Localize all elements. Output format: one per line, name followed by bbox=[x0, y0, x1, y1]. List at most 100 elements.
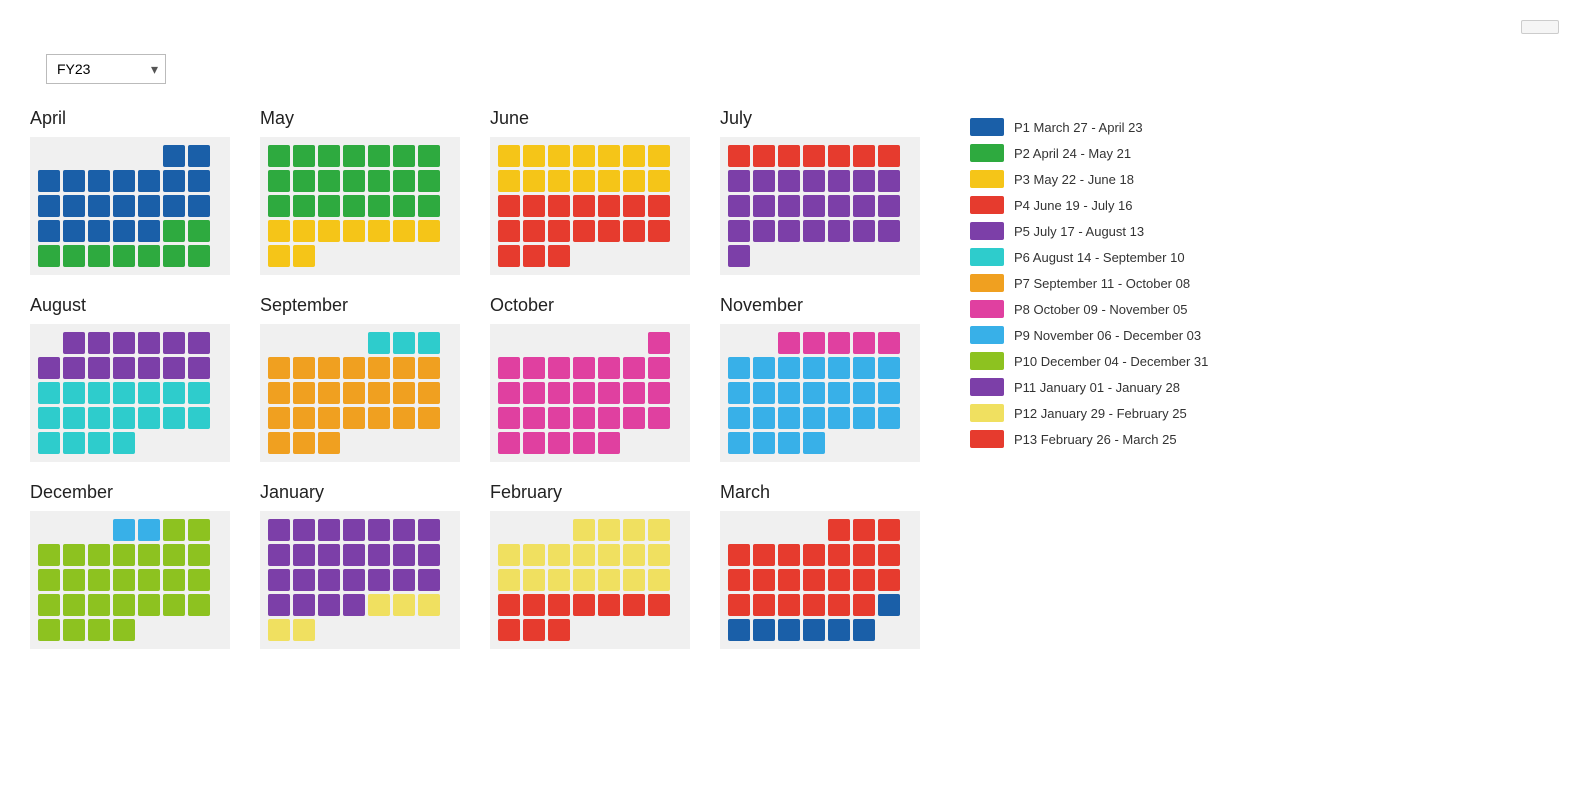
calendar-cell bbox=[63, 544, 85, 566]
calendar-cell bbox=[778, 544, 800, 566]
calendar-cell bbox=[648, 195, 670, 217]
calendar-cell bbox=[828, 619, 850, 641]
calendar-cell bbox=[393, 544, 415, 566]
calendar-cell bbox=[523, 170, 545, 192]
calendar-cell bbox=[368, 544, 390, 566]
calendar-cell bbox=[523, 407, 545, 429]
calendar-row bbox=[268, 195, 452, 217]
calendar-cell bbox=[523, 594, 545, 616]
calendar-row bbox=[498, 220, 682, 242]
month-block: May bbox=[260, 108, 460, 275]
calendar-cell bbox=[113, 569, 135, 591]
calendar-cell bbox=[598, 519, 620, 541]
calendar-cell bbox=[778, 594, 800, 616]
calendar-cell bbox=[293, 332, 315, 354]
calendar-cell bbox=[138, 519, 160, 541]
calendar-cell bbox=[498, 220, 520, 242]
calendar-row bbox=[728, 407, 912, 429]
calendar-cell bbox=[188, 569, 210, 591]
calendar-cell bbox=[778, 220, 800, 242]
calendar-cell bbox=[753, 332, 775, 354]
calendar-cell bbox=[828, 519, 850, 541]
calendar-cell bbox=[163, 220, 185, 242]
calendar-cell bbox=[548, 195, 570, 217]
calendar-cell bbox=[803, 357, 825, 379]
calendar-row bbox=[268, 519, 452, 541]
calendar-row bbox=[268, 332, 452, 354]
calendar-cell bbox=[188, 619, 210, 641]
calendar-row bbox=[38, 519, 222, 541]
calendar-cell bbox=[188, 245, 210, 267]
year-select[interactable]: FY22FY23FY24 bbox=[46, 54, 166, 84]
calendar-cell bbox=[38, 407, 60, 429]
calendar-cell bbox=[523, 619, 545, 641]
calendar-cell bbox=[648, 145, 670, 167]
mini-calendar bbox=[30, 324, 230, 462]
header bbox=[30, 20, 1559, 34]
calendar-cell bbox=[878, 145, 900, 167]
calendar-cell bbox=[623, 220, 645, 242]
calendar-cell bbox=[318, 332, 340, 354]
calendar-cell bbox=[418, 619, 440, 641]
calendar-cell bbox=[63, 407, 85, 429]
calendar-cell bbox=[188, 220, 210, 242]
calendar-row bbox=[498, 619, 682, 641]
calendar-cell bbox=[753, 619, 775, 641]
calendar-cell bbox=[138, 619, 160, 641]
legend-swatch bbox=[970, 248, 1004, 266]
legend-swatch bbox=[970, 222, 1004, 240]
calendar-cell bbox=[498, 357, 520, 379]
legend-label: P3 May 22 - June 18 bbox=[1014, 172, 1134, 187]
calendar-cell bbox=[418, 519, 440, 541]
legend-swatch bbox=[970, 300, 1004, 318]
calendar-row bbox=[498, 357, 682, 379]
calendar-cell bbox=[343, 544, 365, 566]
calendar-row bbox=[38, 594, 222, 616]
calendar-cell bbox=[188, 519, 210, 541]
calendar-cell bbox=[778, 619, 800, 641]
calendar-cell bbox=[268, 145, 290, 167]
calendar-cell bbox=[393, 195, 415, 217]
calendar-cell bbox=[623, 519, 645, 541]
calendar-cell bbox=[573, 382, 595, 404]
calendar-cell bbox=[318, 145, 340, 167]
calendar-row bbox=[728, 357, 912, 379]
calendar-cell bbox=[853, 357, 875, 379]
calendar-cell bbox=[63, 332, 85, 354]
calendar-cell bbox=[188, 544, 210, 566]
calendar-cell bbox=[778, 145, 800, 167]
mini-calendar bbox=[490, 137, 690, 275]
calendar-cell bbox=[648, 245, 670, 267]
calendar-cell bbox=[393, 569, 415, 591]
calendar-cell bbox=[393, 594, 415, 616]
calendar-cell bbox=[623, 195, 645, 217]
calendar-cell bbox=[268, 245, 290, 267]
calendar-cell bbox=[38, 569, 60, 591]
calendar-cell bbox=[623, 569, 645, 591]
calendar-cell bbox=[548, 382, 570, 404]
calendar-cell bbox=[753, 382, 775, 404]
calendar-cell bbox=[418, 569, 440, 591]
calendar-cell bbox=[88, 145, 110, 167]
calendar-cell bbox=[268, 544, 290, 566]
calendar-cell bbox=[498, 407, 520, 429]
calendar-cell bbox=[803, 195, 825, 217]
calendar-cell bbox=[268, 619, 290, 641]
calendar-cell bbox=[878, 170, 900, 192]
calendar-cell bbox=[318, 619, 340, 641]
calendar-cell bbox=[163, 519, 185, 541]
close-button[interactable] bbox=[1521, 20, 1559, 34]
page-container: FY22FY23FY24 ▾ AprilMayJuneJulyAugustSep… bbox=[0, 0, 1589, 669]
calendar-cell bbox=[853, 170, 875, 192]
calendar-row bbox=[38, 569, 222, 591]
month-block: September bbox=[260, 295, 460, 462]
calendar-cell bbox=[268, 332, 290, 354]
calendar-row bbox=[728, 382, 912, 404]
calendar-cell bbox=[648, 357, 670, 379]
calendar-cell bbox=[88, 619, 110, 641]
calendar-cell bbox=[393, 382, 415, 404]
calendar-cell bbox=[268, 594, 290, 616]
calendar-cell bbox=[113, 332, 135, 354]
calendar-cell bbox=[113, 357, 135, 379]
calendar-cell bbox=[803, 382, 825, 404]
